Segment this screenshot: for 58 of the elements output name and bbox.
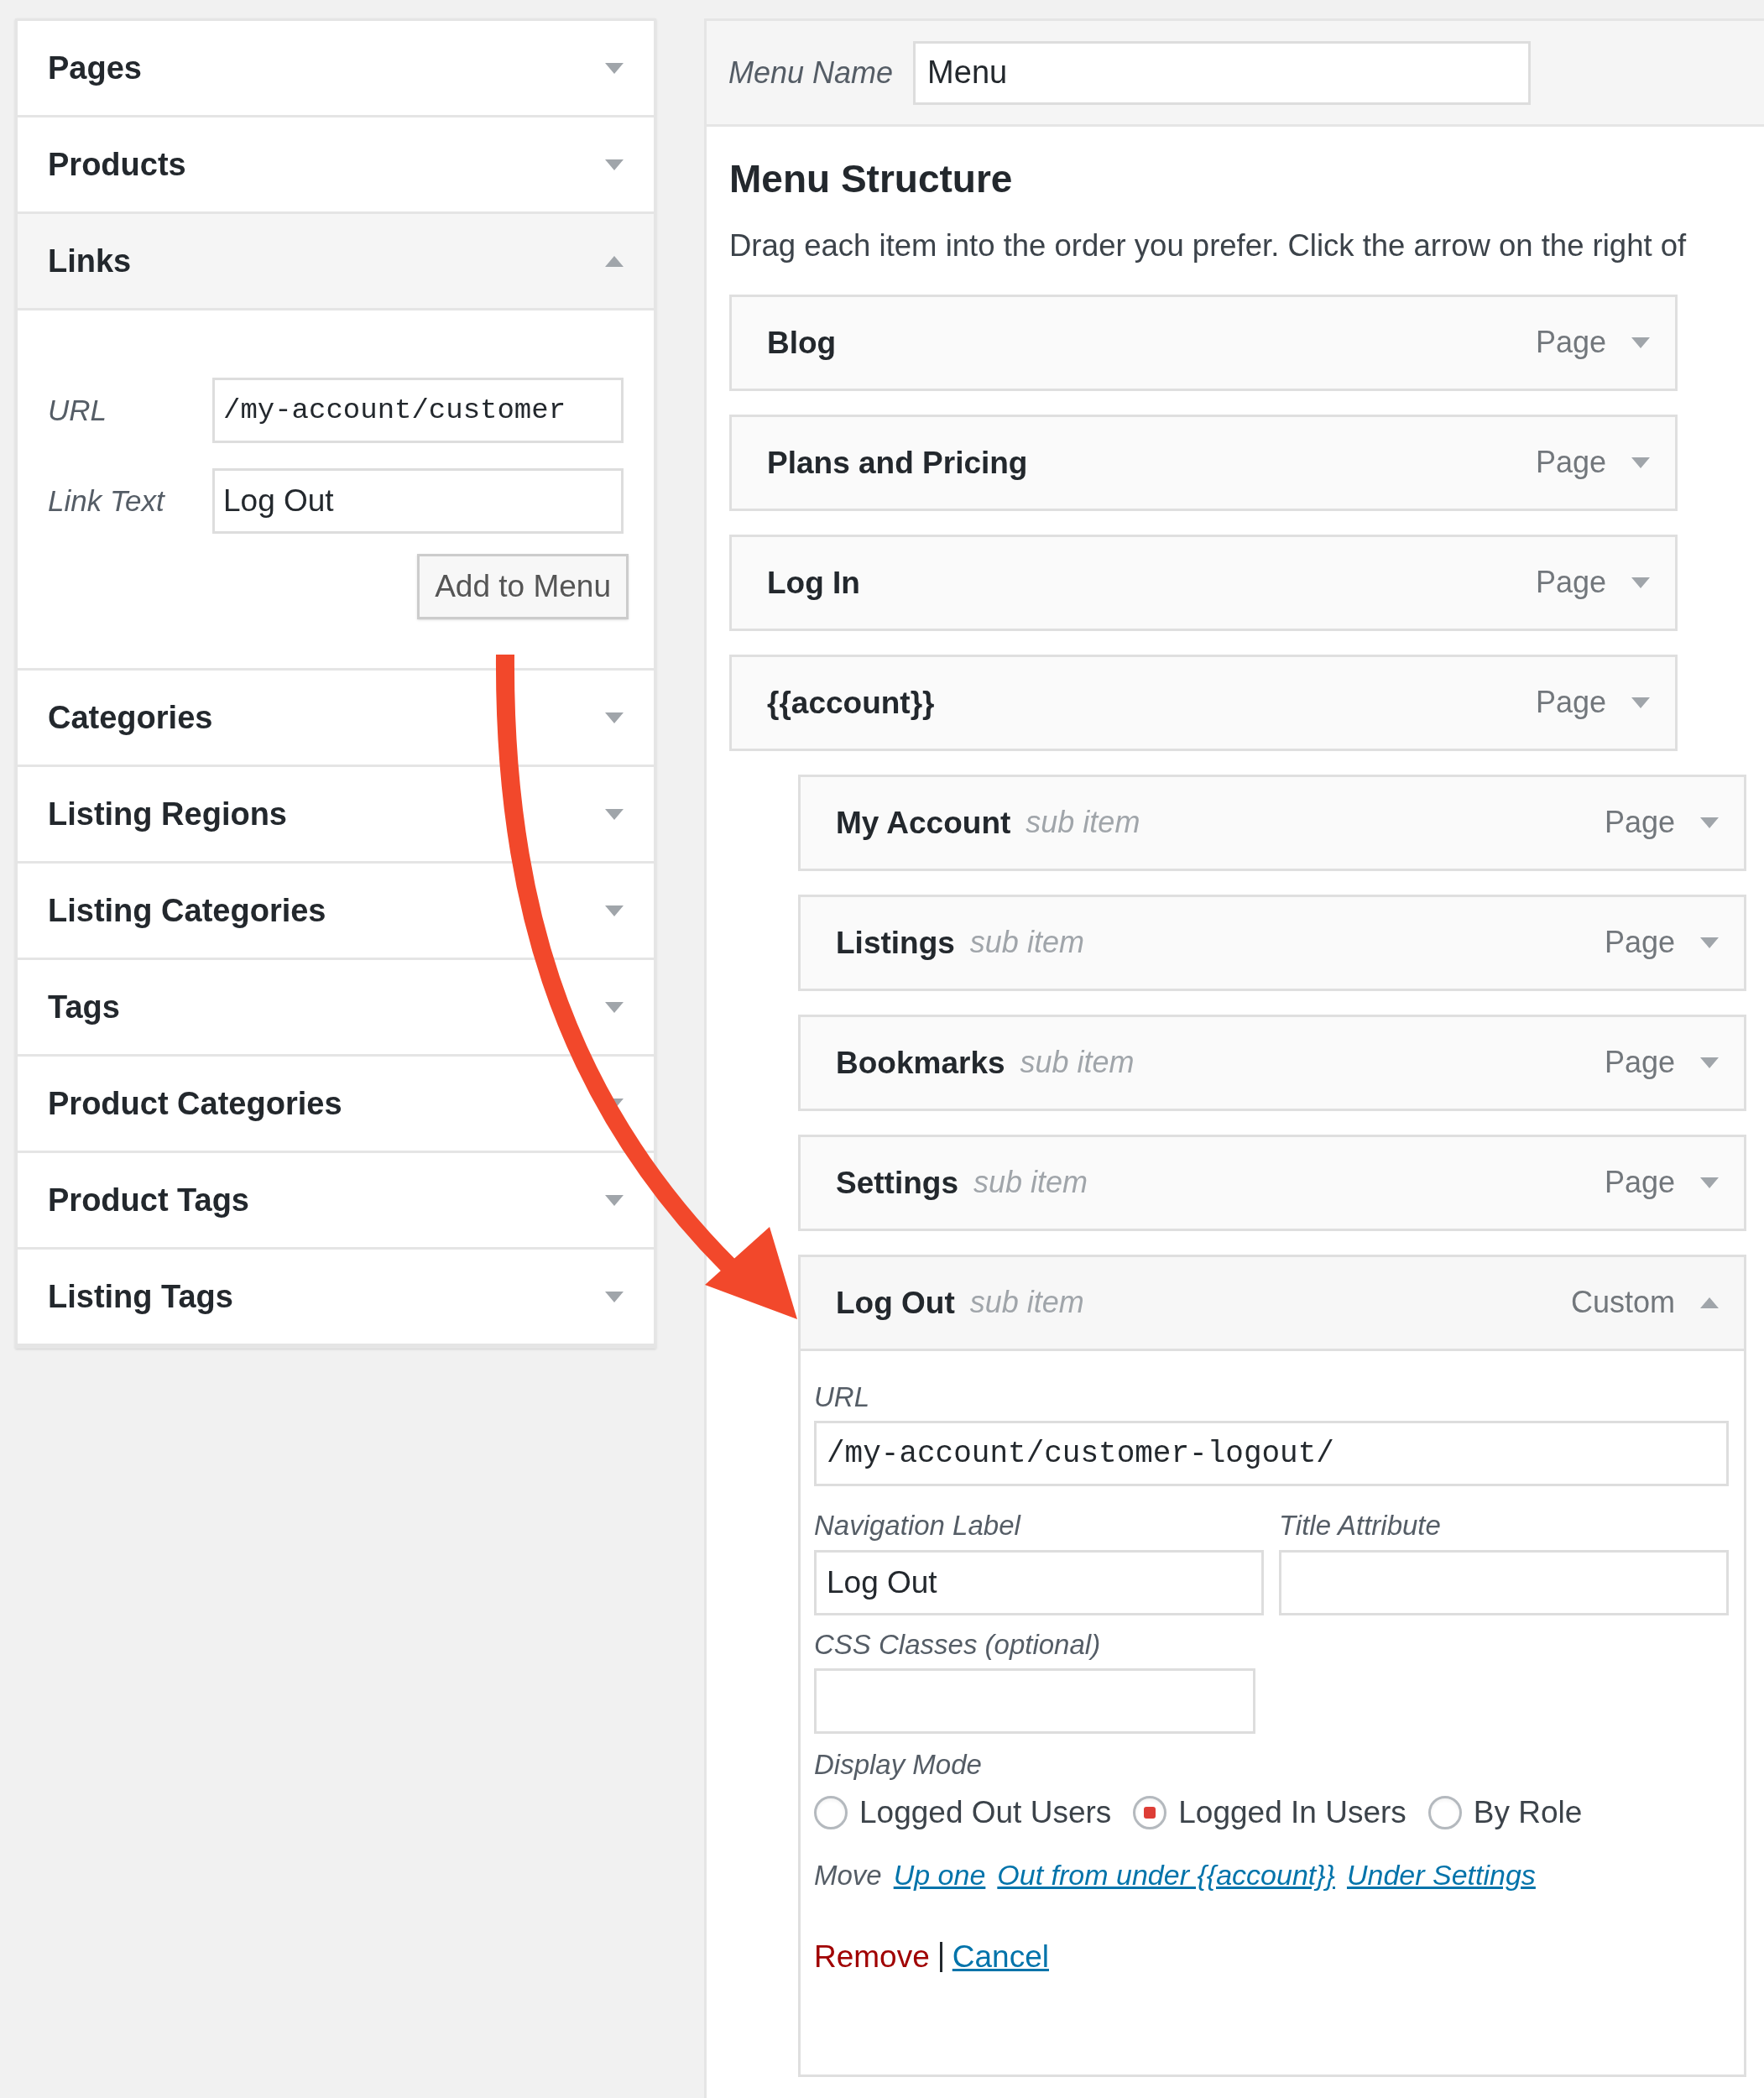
menu-item-title: Log In xyxy=(767,564,860,602)
item-type-label: Page xyxy=(1535,444,1606,482)
menu-name-field[interactable]: Menu xyxy=(913,40,1532,105)
menu-item-title: Blog xyxy=(767,324,837,362)
field-label: Navigation Label xyxy=(814,1509,1022,1543)
field-label: URL xyxy=(48,392,108,428)
section-title: Product Tags xyxy=(48,1181,249,1219)
input-field[interactable]: Log Out xyxy=(212,468,624,534)
menu-item-title: Listings xyxy=(836,924,955,962)
radio-label: Logged Out Users xyxy=(859,1793,1112,1831)
instructions-text: Drag each item into the order you prefer. Click the arrow on the right of xyxy=(729,227,1688,264)
move-label: Move xyxy=(814,1859,882,1892)
section-title: Categories xyxy=(48,698,213,737)
radio-label: Logged In Users xyxy=(1178,1793,1407,1831)
item-type-label: Page xyxy=(1535,684,1606,722)
move-link[interactable]: Under Settings xyxy=(1346,1854,1536,1897)
sub-item-label: sub item xyxy=(1020,1044,1135,1082)
move-link[interactable]: Out from under {{account}} xyxy=(997,1854,1335,1897)
url-field[interactable]: /my-account/customer-logout/ xyxy=(814,1421,1729,1487)
section-title: Product Categories xyxy=(48,1084,342,1123)
field-label: CSS Classes (optional) xyxy=(814,1627,1102,1662)
field-label: Link Text xyxy=(48,483,166,519)
section-title: Tags xyxy=(48,988,120,1026)
menu-item-title: Bookmarks xyxy=(836,1044,1005,1082)
section-heading: Menu Structure xyxy=(729,156,1014,202)
remove-link[interactable]: Remove xyxy=(814,1934,930,1981)
section-title: Listing Regions xyxy=(48,795,287,833)
menu-item-title: Settings xyxy=(836,1164,958,1202)
menu-name-label: Menu Name xyxy=(728,54,894,91)
field-label: Display Mode xyxy=(814,1748,983,1782)
item-type-label: Page xyxy=(1604,924,1675,962)
section-title: Products xyxy=(48,145,186,184)
field-label: Title Attribute xyxy=(1279,1509,1442,1543)
item-type-label: Page xyxy=(1604,1164,1675,1202)
radio-label: By Role xyxy=(1473,1793,1583,1831)
section-title: Pages xyxy=(48,49,142,87)
navigation-label-field[interactable]: Log Out xyxy=(814,1549,1264,1615)
field-label: URL xyxy=(814,1380,871,1414)
menu-item-title: Log Out xyxy=(836,1284,955,1322)
sub-item-label: sub item xyxy=(973,1164,1088,1202)
menu-item-title: Plans and Pricing xyxy=(767,444,1028,482)
item-type-label: Page xyxy=(1604,1044,1675,1082)
section-title: Links xyxy=(48,242,132,280)
item-type-label: Page xyxy=(1604,804,1675,842)
item-type-label: Page xyxy=(1535,564,1606,602)
move-link[interactable]: Up one xyxy=(893,1854,986,1897)
menu-item-title: {{account}} xyxy=(767,684,935,722)
sub-item-label: sub item xyxy=(969,1284,1084,1322)
menu-item-title: My Account xyxy=(836,804,1011,842)
sub-item-label: sub item xyxy=(1026,804,1140,842)
item-type-label: Page xyxy=(1535,324,1606,362)
section-title: Listing Tags xyxy=(48,1277,233,1316)
input-field[interactable]: /my-account/customer xyxy=(212,378,624,443)
cancel-link[interactable]: Cancel xyxy=(952,1934,1049,1981)
add-to-menu-button[interactable]: Add to Menu xyxy=(417,554,629,619)
sub-item-label: sub item xyxy=(969,924,1084,962)
item-type-label: Custom xyxy=(1570,1284,1675,1322)
section-title: Listing Categories xyxy=(48,891,326,930)
